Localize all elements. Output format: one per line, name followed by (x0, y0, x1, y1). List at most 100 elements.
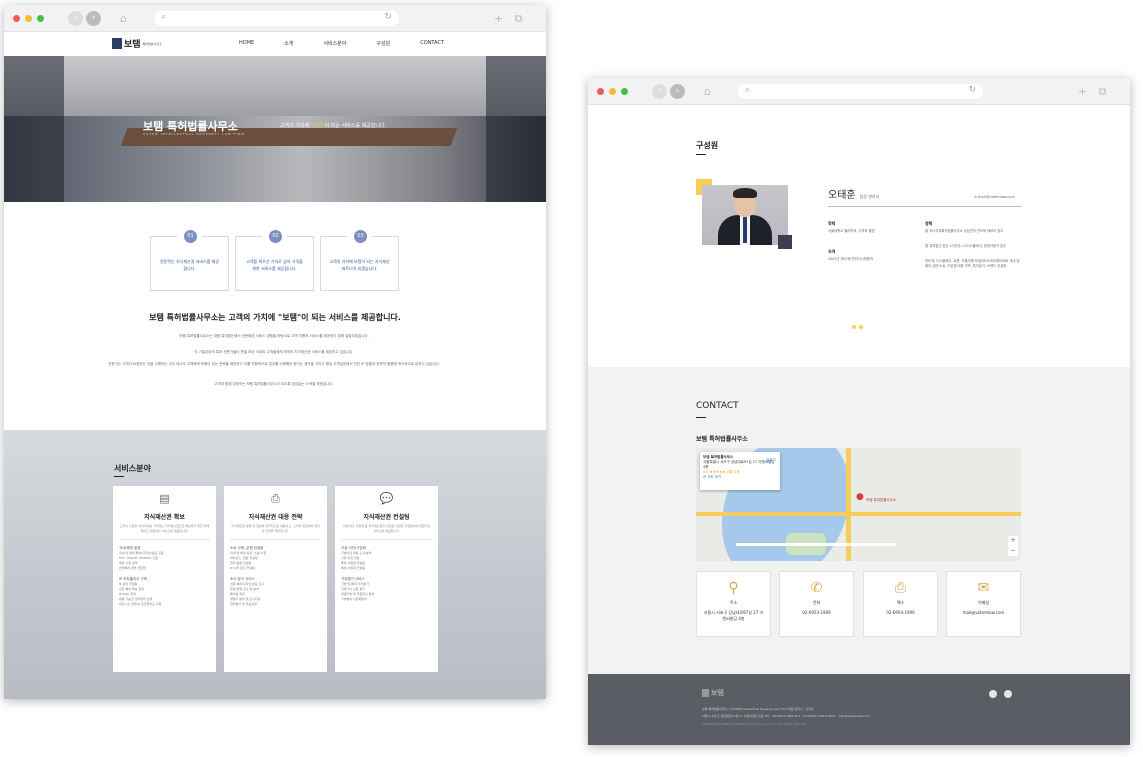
site-footer: 보탬 보탬 특허법률사무소 | VOTEM Intellectual Prope… (588, 674, 1130, 745)
forward-arrow-icon[interactable]: › (670, 84, 685, 99)
career-heading: 경력 (925, 221, 933, 226)
service-card: ▤ 지식재산권 확보 고객의 소중한 아이디어를 가치있는 지식재산권으로 확보… (113, 486, 216, 672)
location-map[interactable]: ● 보탬 특허법률사무소 보탬 특허법률사무소 서울특별시 서초구 강남대로97… (696, 448, 1021, 561)
feature-card: 02 고객을 최우선 가치로 삼아 고객을 위한 서비스를 제공합니다. (235, 230, 314, 291)
hero-banner: 보탬 특허법률사무소 VOTEM INTELLECTUAL PROPERTY L… (4, 56, 546, 202)
site-header: 보탬 특허법률사무소 HOME 소개 서비스분야 구성원 CONTACT (4, 32, 546, 56)
contact-value[interactable]: mail@votemlaw.com (947, 610, 1020, 616)
footer-line: 서울시 서초구 강남대로97길 27 이앤씨빌딩 4층 TEL : 02-695… (702, 714, 870, 718)
social-icon[interactable] (1004, 690, 1012, 698)
carousel-dot-active[interactable] (859, 325, 863, 329)
intro-paragraph: 보탬 특허법률사무소는 대형 특허법인에서 전문화된 서비스 경험을 바탕으로 … (179, 334, 369, 338)
logo-mark-icon (702, 689, 709, 697)
career-item: 前 하나국제특허법률사무소 삼성전자 반도체 메모리 업무 (925, 229, 1004, 233)
tabs-overview-icon[interactable]: ⧉ (511, 11, 526, 26)
menu-about[interactable]: 소개 (284, 40, 293, 47)
career-item: 前 특허법인 정산 LG전자, LG디스플레이, 현대자동차 업무 (925, 244, 1007, 248)
footer-copyright: COPYRIGHT VOTEM Intellectual Property La… (702, 722, 807, 726)
forward-arrow-icon[interactable]: › (86, 11, 101, 26)
service-item: 번역특허 만을 전담업 (119, 566, 146, 570)
map-pin-icon[interactable]: ● (856, 492, 864, 502)
menu-members[interactable]: 구성원 (376, 40, 390, 47)
contact-card: ✉ 이메일 mail@votemlaw.com (946, 571, 1021, 637)
tabs-overview-icon[interactable]: ⧉ (1095, 84, 1110, 99)
service-title: 지식재산권 확보 (144, 514, 185, 521)
contact-label: 전화 (812, 600, 821, 605)
member-email[interactable]: ✉ thoh@votemlaw.com (974, 195, 1015, 199)
service-item: 기술분야 사업화분석 (341, 597, 367, 601)
contact-value: 서울시 서초구 강남대로97길 27 이앤씨빌딩 4층 (703, 610, 764, 621)
maximize-window-dot[interactable] (37, 15, 44, 22)
intro-paragraph: 각 기술분야의 특허 전문가들이 뜻을 모아 국내외 고객들에게 최적의 지식재… (194, 350, 354, 354)
feature-list: 01 전문적인 지식재산권 서비스를 제공합니다. 02 고객을 최우선 가치로… (150, 230, 399, 291)
new-tab-icon[interactable]: + (491, 11, 506, 26)
career-item: 반도체, 디스플레이, 로봇, 자율주행 모빌리티소프트웨어/BM 국내 및 해… (925, 259, 1020, 268)
feature-text: 전문적인 지식재산권 서비스를 제공합니다. (159, 259, 219, 271)
service-card: 💬 지식재산권 컨설팅 기술이전, 사업화 등 지식재산권과 관련된 다양한 사… (335, 486, 438, 672)
mail-icon: ✉ (977, 580, 990, 596)
phone-icon: ✆ (810, 580, 823, 596)
logo-text: 보탬 (124, 40, 141, 50)
feature-card: 01 전문적인 지식재산권 서비스를 제공합니다. (150, 230, 229, 291)
footer-line: 보탬 특허법률사무소 | VOTEM Intellectual Property… (702, 707, 814, 711)
close-window-dot[interactable] (597, 88, 604, 95)
consult-icon: 💬 (379, 492, 394, 505)
member-role: 탐장 변리사 (859, 194, 880, 199)
home-icon[interactable]: ⌂ (700, 84, 715, 99)
feature-text: 고객을 최우선 가치로 삼아 고객을 위한 서비스를 제공합니다. (246, 259, 303, 271)
reload-icon[interactable]: ↻ (968, 85, 976, 95)
certification-heading: 자격 (828, 249, 836, 254)
map-info-link[interactable]: 큰 지도 보기 (703, 475, 777, 480)
back-arrow-icon[interactable]: ‹ (652, 84, 667, 99)
menu-home[interactable]: HOME (239, 40, 254, 47)
new-tab-icon[interactable]: + (1075, 84, 1090, 99)
fax-icon: ⎙ (894, 580, 907, 596)
zoom-in-icon[interactable]: + (1008, 536, 1018, 546)
intro-paragraph: 고객과 함께 성장하는 보탬 특허법률사무소가 되도록 끊임없는 노력을 하겠습… (214, 382, 334, 386)
zoom-out-icon[interactable]: − (1008, 546, 1018, 556)
address-bar[interactable]: ⌕ ↻ (154, 11, 399, 26)
close-window-dot[interactable] (13, 15, 20, 22)
contact-value[interactable]: 02-6953-1909 (780, 610, 853, 616)
intro-title: 보탬 특허법률사무소는 고객의 가치에 "보탬"이 되는 서비스를 제공합니다. (149, 313, 401, 322)
contact-card: ⎙ 팩스 02-6954-1909 (863, 571, 938, 637)
footer-logo: 보탬 (702, 688, 724, 698)
hero-slogan-highlight: "보탬" (310, 123, 325, 129)
site-logo[interactable]: 보탬 특허법률사무소 (112, 37, 162, 50)
address-bar[interactable]: ⌕ ↻ (738, 84, 983, 99)
back-arrow-icon[interactable]: ‹ (68, 11, 83, 26)
blog-icon[interactable] (989, 690, 997, 698)
maximize-window-dot[interactable] (621, 88, 628, 95)
hero-subtitle: VOTEM INTELLECTUAL PROPERTY LAW FIRM (143, 132, 245, 136)
service-item: 특허 사업화 컨설팅 (341, 566, 365, 570)
member-name: 오태훈 탐장 변리사 (828, 190, 880, 201)
contact-value: 02-6954-1909 (886, 610, 915, 615)
certification-item: 2001년 제52회 변리사시험합격 (828, 257, 874, 261)
contact-title: CONTACT (696, 401, 739, 411)
home-icon[interactable]: ⌂ (116, 11, 131, 26)
feature-number: 01 (184, 230, 197, 243)
menu-services[interactable]: 서비스분야 (323, 40, 346, 47)
service-card: ⎙ 지식재산권 대응 전략 지식재산권 분쟁 및 협상에 적극적으로 대응하고,… (224, 486, 327, 672)
reload-icon[interactable]: ↻ (384, 12, 392, 22)
carousel-dot[interactable] (852, 325, 856, 329)
services-title: 서비스분야 (114, 464, 151, 473)
map-zoom-control[interactable]: + − (1008, 536, 1018, 556)
intro-paragraph: 전문가는 고객이 요청하는 것을 수행하는 것이 아니라 고객에게 보탬이 되는… (108, 362, 440, 366)
contact-label: 주소 (729, 600, 738, 605)
menu-contact[interactable]: CONTACT (420, 40, 444, 47)
minimize-window-dot[interactable] (609, 88, 616, 95)
service-item: 권리분석 및 무효감정 (230, 602, 257, 606)
search-icon: ⌕ (745, 85, 751, 95)
strategy-icon: ⎙ (271, 492, 280, 505)
service-item: IP 수익 창출 컨설팅 (230, 566, 255, 570)
map-directions-label[interactable]: 길찾기 (766, 458, 776, 463)
main-menu: HOME 소개 서비스분야 구성원 CONTACT (239, 40, 474, 47)
contact-label: 이메일 (977, 600, 990, 605)
location-icon: ⚲ (728, 580, 739, 596)
minimize-window-dot[interactable] (25, 15, 32, 22)
education-heading: 학력 (828, 221, 836, 226)
browser-window-home: ‹ › ⌂ ⌕ ↻ + ⧉ 보탬 특허법률사무소 HOME 소개 서비스분야 구… (4, 5, 546, 699)
feature-text: 고객의 가치에 보탬이 되는 지식재산 파트너가 되겠습니다. (329, 259, 390, 271)
service-title: 지식재산권 컨설팅 (363, 514, 410, 521)
